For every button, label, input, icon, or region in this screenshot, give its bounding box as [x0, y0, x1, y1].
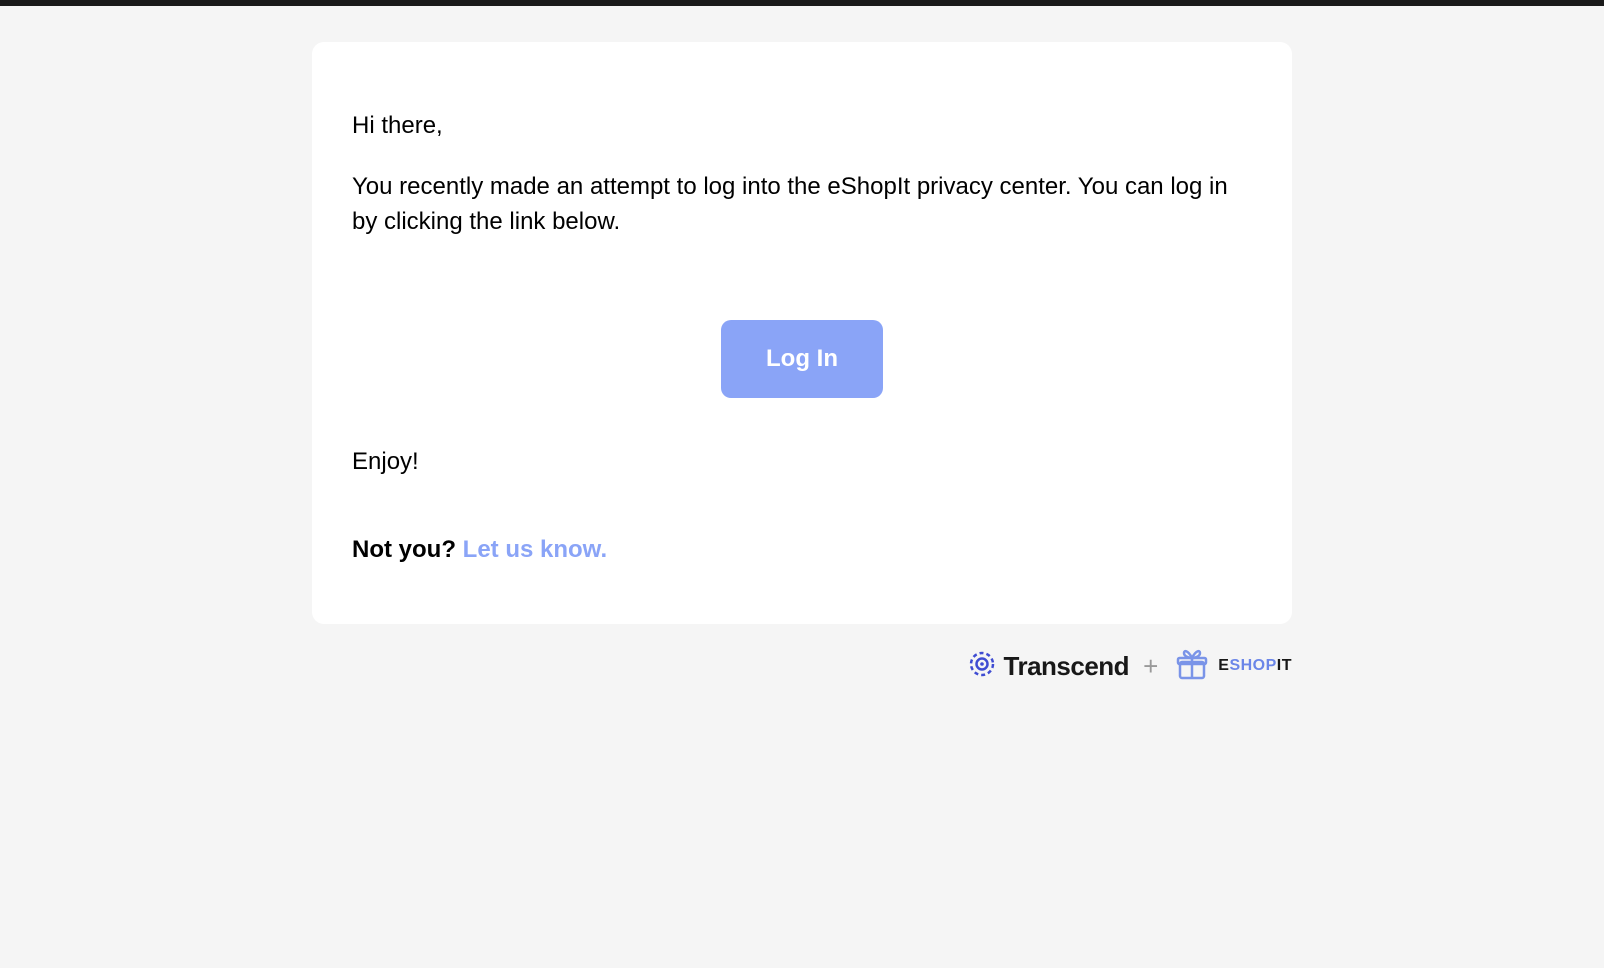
not-you-prefix: Not you? — [352, 536, 463, 563]
footer: Transcend + ESHOPIT — [312, 624, 1292, 709]
body-text: You recently made an attempt to log into… — [352, 170, 1252, 240]
greeting-text: Hi there, — [352, 112, 1252, 140]
email-container: Hi there, You recently made an attempt t… — [312, 42, 1292, 709]
window-top-bar — [0, 0, 1604, 6]
transcend-brand-text: Transcend — [1004, 651, 1130, 682]
email-card: Hi there, You recently made an attempt t… — [312, 42, 1292, 624]
signoff-text: Enjoy! — [352, 448, 1252, 476]
transcend-icon — [968, 650, 996, 683]
eshopit-text-stack: ESHOPIT — [1218, 657, 1292, 675]
not-you-line: Not you? Let us know. — [352, 536, 1252, 564]
not-you-link[interactable]: Let us know. — [463, 536, 607, 563]
gift-icon — [1172, 644, 1212, 689]
eshopit-brand-text: ESHOPIT — [1218, 657, 1292, 675]
transcend-logo: Transcend — [968, 650, 1130, 683]
eshopit-logo: ESHOPIT — [1172, 644, 1292, 689]
cta-wrap: Log In — [352, 320, 1252, 398]
login-button[interactable]: Log In — [721, 320, 883, 398]
plus-separator: + — [1143, 651, 1158, 682]
